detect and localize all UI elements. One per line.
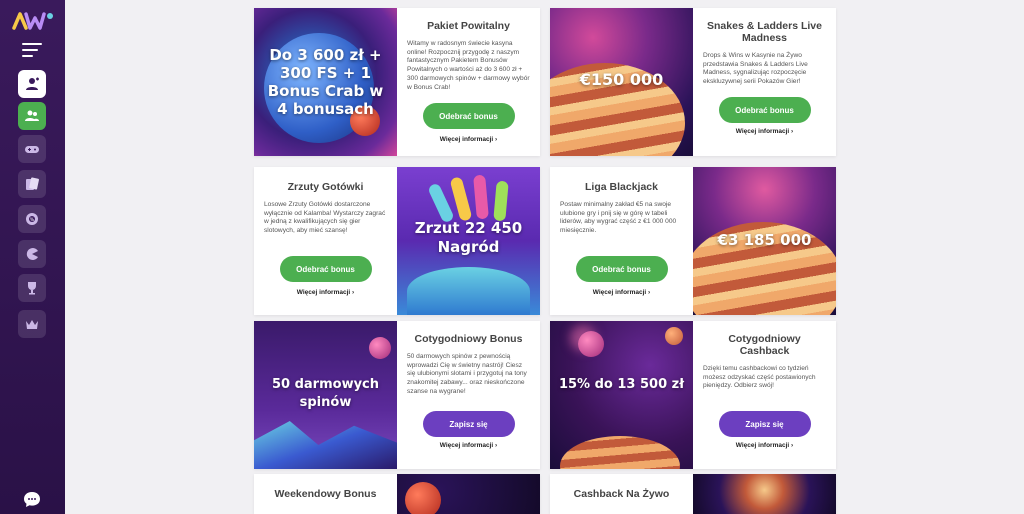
promo-image xyxy=(397,474,540,514)
svg-text:%: % xyxy=(30,217,35,223)
promo-body: Weekendowy Bonus xyxy=(254,474,397,514)
more-info-link[interactable]: Więcej informacji › xyxy=(693,128,836,135)
cards-icon xyxy=(26,177,39,190)
chat-icon[interactable] xyxy=(22,490,42,510)
promo-image-text: €150 000 xyxy=(579,70,664,89)
promo-body: Cotygodniowy Bonus 50 darmowych spinów z… xyxy=(397,321,540,469)
sign-up-button[interactable]: Zapisz się xyxy=(718,411,811,437)
gamepad-icon xyxy=(25,146,39,153)
promo-description: Postaw minimalny zakład €5 na swoje ulub… xyxy=(560,201,677,235)
claim-bonus-button[interactable]: Odebrać bonus xyxy=(279,256,372,282)
promo-image: €3 185 000 xyxy=(693,167,836,315)
promo-title: Cashback Na Żywo xyxy=(573,488,670,500)
more-info-link[interactable]: Więcej informacji › xyxy=(254,289,397,296)
more-info-label: Więcej informacji xyxy=(735,442,790,449)
promo-image-text: 15% do 13 500 zł xyxy=(558,377,685,392)
promo-card-cashback-na-zywo: Cashback Na Żywo xyxy=(550,474,836,514)
promo-image-text: 50 darmowych spinów xyxy=(271,377,380,410)
chevron-right-icon: › xyxy=(648,289,651,296)
pacman-icon xyxy=(26,248,38,260)
logo-mark xyxy=(12,12,53,30)
promo-description: Drops & Wins w Kasynie na Żywo przedstaw… xyxy=(703,52,808,86)
sidebar: % xyxy=(0,0,65,514)
chevron-right-icon: › xyxy=(495,136,498,143)
users-icon xyxy=(25,110,39,121)
promo-description: Witamy w radosnym świecie kasyna online!… xyxy=(407,40,530,91)
promo-description: Dzięki temu cashbackowi co tydzień możes… xyxy=(703,365,816,390)
promo-title: Zrzuty Gotówki xyxy=(287,181,364,193)
trophy-icon xyxy=(28,282,36,295)
sign-up-button[interactable]: Zapisz się xyxy=(422,411,515,437)
promo-card-snakes-ladders: €150 000 Snakes & Ladders Live Madness D… xyxy=(550,8,836,156)
claim-bonus-button[interactable]: Odebrać bonus xyxy=(422,103,515,129)
nav-crown[interactable] xyxy=(18,310,46,338)
more-info-link[interactable]: Więcej informacji › xyxy=(397,442,540,449)
promo-card-weekendowy-bonus: Weekendowy Bonus xyxy=(254,474,540,514)
more-info-label: Więcej informacji xyxy=(592,289,647,296)
chevron-right-icon: › xyxy=(352,289,355,296)
promo-image-text: €3 185 000 xyxy=(717,231,812,249)
promo-body: Snakes & Ladders Live Madness Drops & Wi… xyxy=(693,8,836,156)
nav-cards[interactable] xyxy=(18,170,46,198)
nav-users[interactable] xyxy=(18,102,46,130)
claim-bonus-button[interactable]: Odebrać bonus xyxy=(718,97,811,123)
more-info-label: Więcej informacji xyxy=(296,289,351,296)
chevron-right-icon: › xyxy=(495,442,498,449)
promo-body: Liga Blackjack Postaw minimalny zakład €… xyxy=(550,167,693,315)
promo-card-liga-blackjack: Liga Blackjack Postaw minimalny zakład €… xyxy=(550,167,836,315)
promo-image: 50 darmowych spinów xyxy=(254,321,397,469)
hamburger-menu-icon[interactable] xyxy=(22,43,42,57)
promo-image-text: Zrzut 22 450 Nagród xyxy=(414,219,523,256)
promo-body: Zrzuty Gotówki Losowe Zrzuty Gotówki dos… xyxy=(254,167,397,315)
crown-icon xyxy=(26,320,38,329)
chip-icon: % xyxy=(26,213,38,225)
nav-chip[interactable]: % xyxy=(18,205,46,233)
nav-pacman[interactable] xyxy=(18,240,46,268)
promo-card-pakiet-powitalny: Do 3 600 zł + 300 FS + 1 Bonus Crab w 4 … xyxy=(254,8,540,156)
promo-description: Losowe Zrzuty Gotówki dostarczone wyłącz… xyxy=(264,201,386,235)
user-add-icon xyxy=(26,77,39,90)
chevron-right-icon: › xyxy=(791,128,794,135)
promo-image xyxy=(693,474,836,514)
claim-bonus-button[interactable]: Odebrać bonus xyxy=(575,256,668,282)
promo-image: Do 3 600 zł + 300 FS + 1 Bonus Crab w 4 … xyxy=(254,8,397,156)
promo-title: Liga Blackjack xyxy=(585,181,658,193)
promo-body: Pakiet Powitalny Witamy w radosnym świec… xyxy=(397,8,540,156)
more-info-label: Więcej informacji xyxy=(735,128,790,135)
promo-image: 15% do 13 500 zł xyxy=(550,321,693,469)
nav-games[interactable] xyxy=(18,135,46,163)
more-info-link[interactable]: Więcej informacji › xyxy=(550,289,693,296)
promo-image-text: Do 3 600 zł + 300 FS + 1 Bonus Crab w 4 … xyxy=(267,46,384,118)
promo-card-zrzuty-gotowki: Zrzuty Gotówki Losowe Zrzuty Gotówki dos… xyxy=(254,167,540,315)
promo-title: Cotygodniowy Cashback xyxy=(728,333,801,357)
nav-user-add[interactable] xyxy=(18,70,46,98)
more-info-label: Więcej informacji xyxy=(439,136,494,143)
promo-title: Weekendowy Bonus xyxy=(274,488,377,500)
more-info-label: Więcej informacji xyxy=(439,442,494,449)
more-info-link[interactable]: Więcej informacji › xyxy=(693,442,836,449)
nav-trophy[interactable] xyxy=(18,274,46,302)
more-info-link[interactable]: Więcej informacji › xyxy=(397,136,540,143)
site-logo[interactable] xyxy=(12,10,54,32)
promo-image: €150 000 xyxy=(550,8,693,156)
promo-title: Cotygodniowy Bonus xyxy=(414,333,523,345)
promo-card-cotygodniowy-bonus: 50 darmowych spinów Cotygodniowy Bonus 5… xyxy=(254,321,540,469)
promo-body: Cotygodniowy Cashback Dzięki temu cashba… xyxy=(693,321,836,469)
promo-body: Cashback Na Żywo xyxy=(550,474,693,514)
chevron-right-icon: › xyxy=(791,442,794,449)
promo-description: 50 darmowych spinów z pewnością wprowadz… xyxy=(407,353,527,395)
promo-card-cotygodniowy-cashback: 15% do 13 500 zł Cotygodniowy Cashback D… xyxy=(550,321,836,469)
promo-image: Zrzut 22 450 Nagród xyxy=(397,167,540,315)
promo-title: Snakes & Ladders Live Madness xyxy=(707,20,822,44)
promo-title: Pakiet Powitalny xyxy=(427,20,510,32)
